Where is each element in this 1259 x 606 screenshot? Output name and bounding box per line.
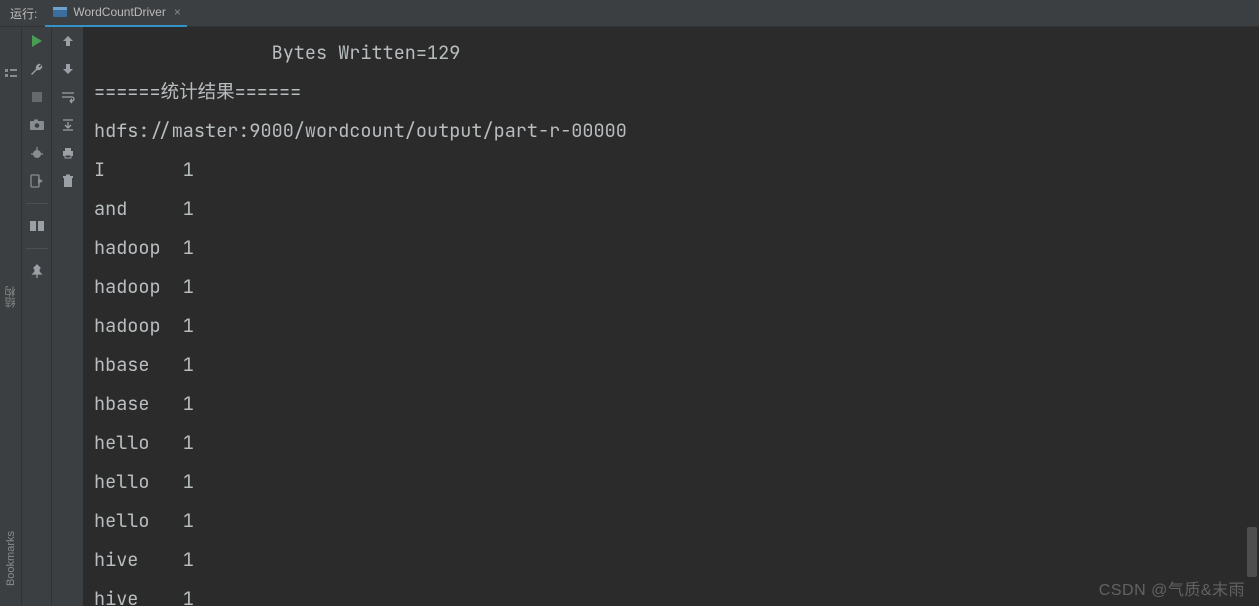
scrollbar-thumb[interactable] [1247,527,1257,577]
print-icon[interactable] [60,145,76,161]
console-text: Bytes Written=129 ======统计结果====== hdfs:… [84,27,1259,606]
arrow-up-icon[interactable] [60,33,76,49]
separator [26,248,48,249]
scroll-to-end-icon[interactable] [60,117,76,133]
stop-icon[interactable] [29,89,45,105]
wrench-icon[interactable] [29,61,45,77]
bookmarks-tab-label[interactable]: Bookmarks [5,531,17,586]
rerun-icon[interactable] [29,33,45,49]
structure-icon[interactable] [3,67,19,83]
console-tool-column [52,27,84,606]
console-output[interactable]: Bytes Written=129 ======统计结果====== hdfs:… [84,27,1259,606]
left-tool-rail: 结构 Bookmarks [0,27,22,606]
camera-icon[interactable] [29,117,45,133]
arrow-down-icon[interactable] [60,61,76,77]
structure-tab-label[interactable]: 结构 [3,286,19,308]
run-label: 运行: [0,5,45,22]
run-tab-label: WordCountDriver [73,5,165,19]
vertical-scrollbar[interactable] [1247,29,1257,604]
exit-icon[interactable] [29,173,45,189]
run-action-column [22,27,52,606]
soft-wrap-icon[interactable] [60,89,76,105]
bug-icon[interactable] [29,145,45,161]
run-panel-header: 运行: WordCountDriver × [0,0,1259,27]
trash-icon[interactable] [60,173,76,189]
csdn-watermark: CSDN @气质&末雨 [1099,576,1245,600]
pin-icon[interactable] [29,263,45,279]
run-tab-wordcountdriver[interactable]: WordCountDriver × [45,0,187,27]
body: 结构 Bookmarks [0,27,1259,606]
separator [26,203,48,204]
close-tab-icon[interactable]: × [174,5,181,19]
app-icon [53,6,67,18]
layout-icon[interactable] [29,218,45,234]
